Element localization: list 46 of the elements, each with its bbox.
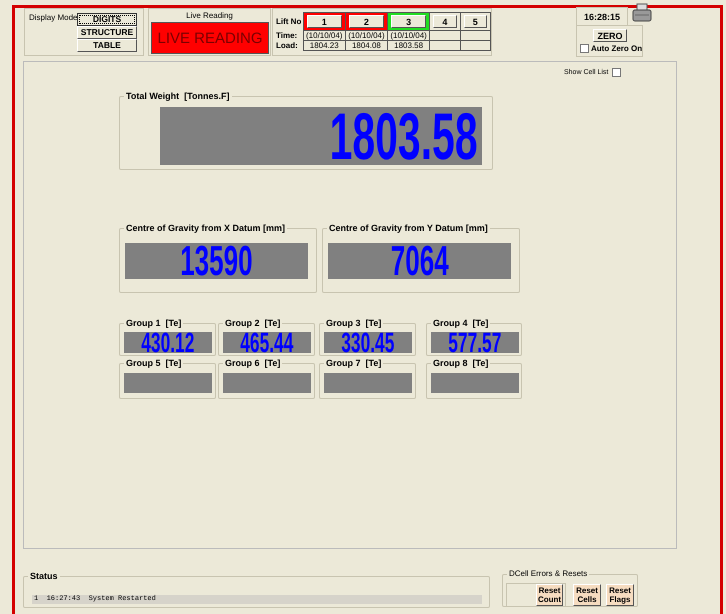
lift-button[interactable]: 3 [391, 15, 426, 28]
value-display: 7064 [328, 243, 511, 279]
lift-button[interactable]: 1 [306, 15, 342, 28]
group-title: Group 1 [Te] [124, 317, 184, 329]
display-mode-button[interactable]: DIGITS [77, 13, 137, 26]
live-reading-title: Live Reading [185, 11, 234, 20]
group-title: Group 5 [Te] [124, 357, 184, 369]
printer-icon [632, 3, 652, 22]
table-cell: 1804.23 [303, 40, 346, 50]
reset-button[interactable]: Reset Cells [573, 584, 601, 606]
display-mode-button[interactable]: STRUCTURE [77, 26, 137, 39]
live-reading-indicator: LIVE READING [151, 22, 269, 54]
table-cell: (10/10/04) [303, 30, 346, 40]
group-title: Status [28, 570, 60, 582]
display-mode-label: Display Mode [29, 13, 78, 22]
group-value: 465.44 [223, 332, 311, 353]
lift-button[interactable]: 2 [348, 15, 384, 28]
group-title: Group 6 [Te] [223, 357, 282, 369]
table-cell: (10/10/04) [345, 30, 388, 40]
clock-display: 16:28:15 [576, 7, 628, 26]
group-title: Group 8 [Te] [431, 357, 490, 369]
total-weight-value: 1803.58 [330, 107, 478, 165]
table-cell: (10/10/04) [388, 30, 430, 40]
lift-button[interactable]: 5 [464, 15, 487, 28]
reset-button[interactable]: Reset Count [536, 584, 563, 606]
lift-button[interactable]: 4 [433, 15, 457, 28]
group-title: Group 4 [Te] [431, 317, 490, 329]
group-title: Centre of Gravity from Y Datum [mm] [327, 222, 490, 234]
group-title: Group 2 [Te] [223, 317, 282, 329]
row-label: Load: [276, 41, 298, 50]
zero-button[interactable]: ZERO [593, 29, 627, 42]
auto-zero-checkbox[interactable]: Auto Zero On [580, 44, 642, 53]
group-title: Centre of Gravity from X Datum [mm] [124, 222, 288, 234]
group-value: 430.12 [124, 332, 212, 353]
group-title: Group 7 [Te] [324, 357, 384, 369]
reset-button[interactable]: Reset Flags [606, 584, 634, 606]
value-display: 13590 [125, 243, 308, 279]
row-label: Lift No [276, 17, 302, 26]
group-title: Total Weight [Tonnes.F] [124, 90, 232, 102]
group-title: Group 3 [Te] [324, 317, 384, 329]
group-value: 330.45 [324, 332, 412, 353]
group-value: 577.57 [431, 332, 519, 353]
table-cell: 1804.08 [345, 40, 388, 50]
row-label: Time: [276, 31, 298, 40]
display-mode-button[interactable]: TABLE [77, 39, 137, 52]
table-cell: 1803.58 [388, 40, 430, 50]
